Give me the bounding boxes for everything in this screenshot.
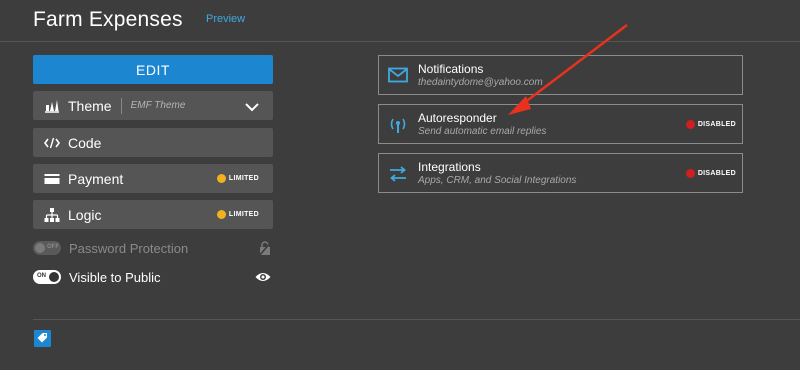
header-divider xyxy=(0,41,800,42)
limited-badge-text: LIMITED xyxy=(228,175,259,182)
card-title: Notifications xyxy=(418,62,484,76)
tag-icon xyxy=(37,330,48,348)
limited-badge: LIMITED xyxy=(216,174,259,183)
card-title: Autoresponder xyxy=(418,111,497,125)
visible-to-public-toggle[interactable]: ON xyxy=(33,270,61,284)
visible-to-public-row: ON Visible to Public xyxy=(33,268,273,286)
notifications-card[interactable]: Notifications thedaintydome@yahoo.com xyxy=(378,55,743,95)
disabled-badge: DISABLED xyxy=(685,120,736,129)
page-title: Farm Expenses xyxy=(33,8,183,31)
lock-off-icon xyxy=(258,241,272,261)
toggle-state-text: OFF xyxy=(47,244,59,250)
preview-link[interactable]: Preview xyxy=(206,13,245,25)
swap-arrows-icon xyxy=(388,165,408,183)
toggle-knob xyxy=(35,243,45,253)
toggle-knob xyxy=(49,272,59,282)
edit-button-label: EDIT xyxy=(136,61,170,78)
payment-label: Payment xyxy=(68,170,124,187)
theme-menu-item[interactable]: Theme EMF Theme xyxy=(33,91,273,120)
disabled-badge: DISABLED xyxy=(685,169,736,178)
disabled-badge-text: DISABLED xyxy=(697,170,736,177)
disabled-dot-icon xyxy=(685,120,695,129)
autoresponder-card[interactable]: Autoresponder Send automatic email repli… xyxy=(378,104,743,144)
password-protection-row: OFF Password Protection xyxy=(33,239,273,257)
disabled-dot-icon xyxy=(685,169,695,178)
theme-separator xyxy=(120,97,122,114)
envelope-icon xyxy=(388,67,408,85)
limited-badge-text: LIMITED xyxy=(228,211,259,218)
limited-dot-icon xyxy=(216,174,226,183)
code-label: Code xyxy=(68,134,102,151)
password-protection-toggle[interactable]: OFF xyxy=(33,241,61,255)
toggle-state-text: ON xyxy=(37,273,46,279)
card-title: Integrations xyxy=(418,160,481,174)
chevron-down-icon[interactable] xyxy=(245,99,259,117)
logic-label: Logic xyxy=(68,206,102,223)
visible-to-public-label: Visible to Public xyxy=(69,269,161,285)
card-description: thedaintydome@yahoo.com xyxy=(418,77,543,88)
card-description: Apps, CRM, and Social Integrations xyxy=(418,175,577,186)
limited-dot-icon xyxy=(216,210,226,219)
theme-value: EMF Theme xyxy=(130,100,186,111)
credit-card-icon xyxy=(44,171,60,187)
broadcast-icon xyxy=(388,116,408,134)
disabled-badge-text: DISABLED xyxy=(697,121,736,128)
card-description: Send automatic email replies xyxy=(418,126,547,137)
eye-icon xyxy=(255,270,271,288)
theme-label: Theme xyxy=(68,97,112,114)
logic-menu-item[interactable]: Logic LIMITED xyxy=(33,200,273,229)
hierarchy-icon xyxy=(44,207,60,223)
edit-button[interactable]: EDIT xyxy=(33,55,273,84)
tag-button[interactable] xyxy=(34,330,51,347)
theme-icon xyxy=(44,98,60,114)
limited-badge: LIMITED xyxy=(216,210,259,219)
integrations-card[interactable]: Integrations Apps, CRM, and Social Integ… xyxy=(378,153,743,193)
password-protection-label: Password Protection xyxy=(69,240,189,256)
footer-divider xyxy=(33,319,800,320)
payment-menu-item[interactable]: Payment LIMITED xyxy=(33,164,273,193)
code-icon xyxy=(44,135,60,151)
code-menu-item[interactable]: Code xyxy=(33,128,273,157)
